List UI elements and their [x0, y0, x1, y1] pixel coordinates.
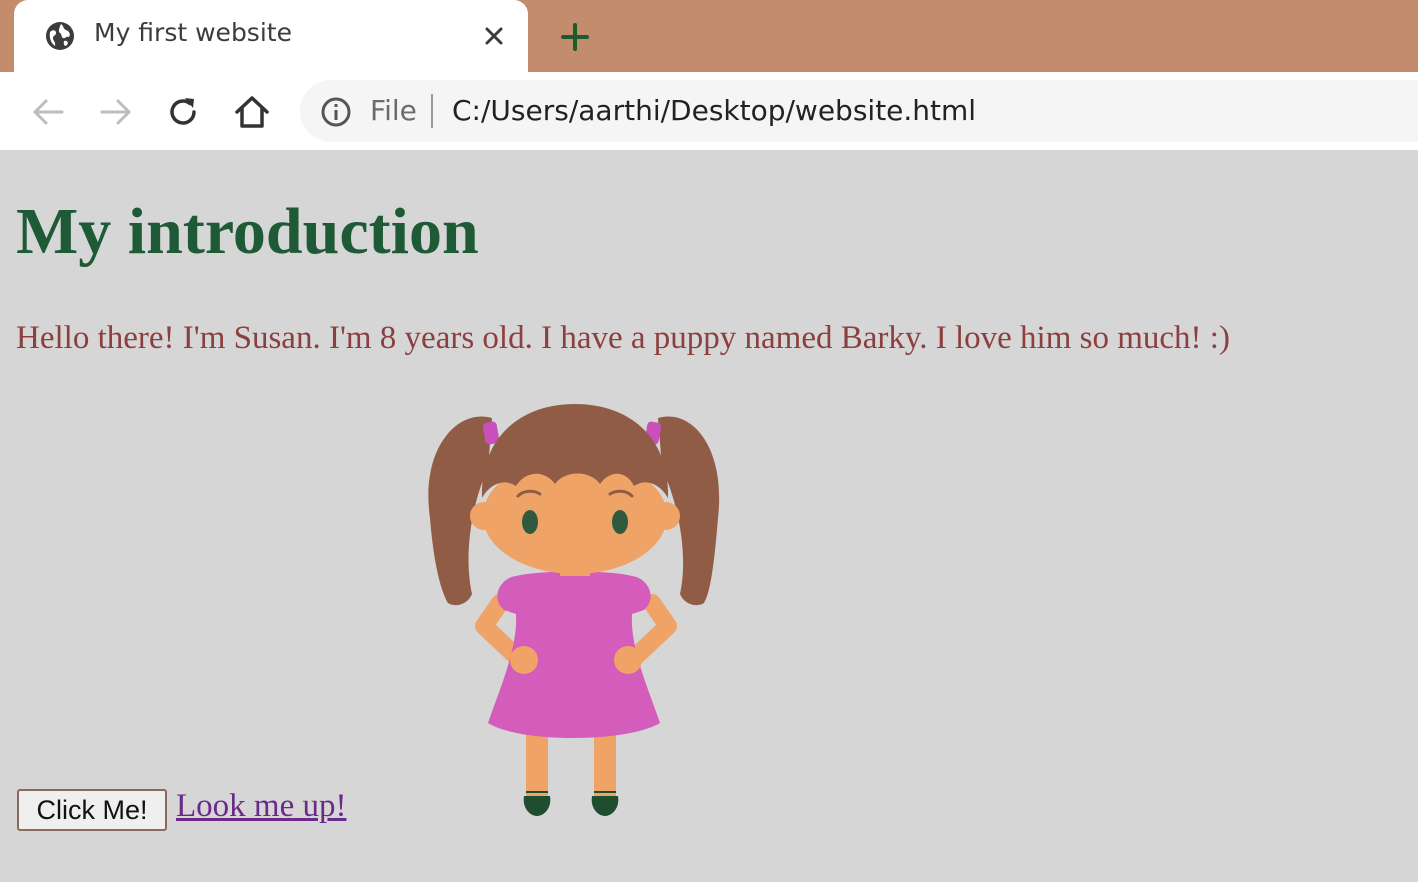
tab-title: My first website: [94, 18, 292, 47]
address-bar[interactable]: File C:/Users/aarthi/Desktop/website.htm…: [300, 80, 1418, 142]
page-title: My introduction: [16, 195, 479, 268]
cartoon-girl-illustration: [428, 404, 720, 816]
info-icon[interactable]: [320, 96, 352, 128]
globe-icon: [46, 22, 74, 50]
page-content: My introduction Hello there! I'm Susan. …: [0, 150, 1418, 882]
arrow-left-icon[interactable]: [28, 92, 68, 132]
tab-strip: My first website: [0, 0, 1418, 72]
look-me-up-link[interactable]: Look me up!: [176, 788, 346, 825]
tab-my-first-website[interactable]: My first website: [14, 0, 528, 72]
reload-icon[interactable]: [163, 92, 203, 132]
browser-window: My first website File C:/Users/aarthi/De…: [0, 0, 1418, 882]
scheme-label: File: [370, 94, 417, 127]
arrow-right-icon[interactable]: [96, 92, 136, 132]
click-me-button[interactable]: Click Me!: [17, 789, 167, 831]
intro-paragraph: Hello there! I'm Susan. I'm 8 years old.…: [16, 320, 1230, 356]
close-icon[interactable]: [480, 22, 508, 50]
home-icon[interactable]: [232, 92, 272, 132]
divider: [431, 94, 433, 128]
url-text[interactable]: C:/Users/aarthi/Desktop/website.html: [452, 94, 976, 127]
browser-toolbar: File C:/Users/aarthi/Desktop/website.htm…: [0, 72, 1418, 150]
plus-icon[interactable]: [558, 20, 592, 54]
